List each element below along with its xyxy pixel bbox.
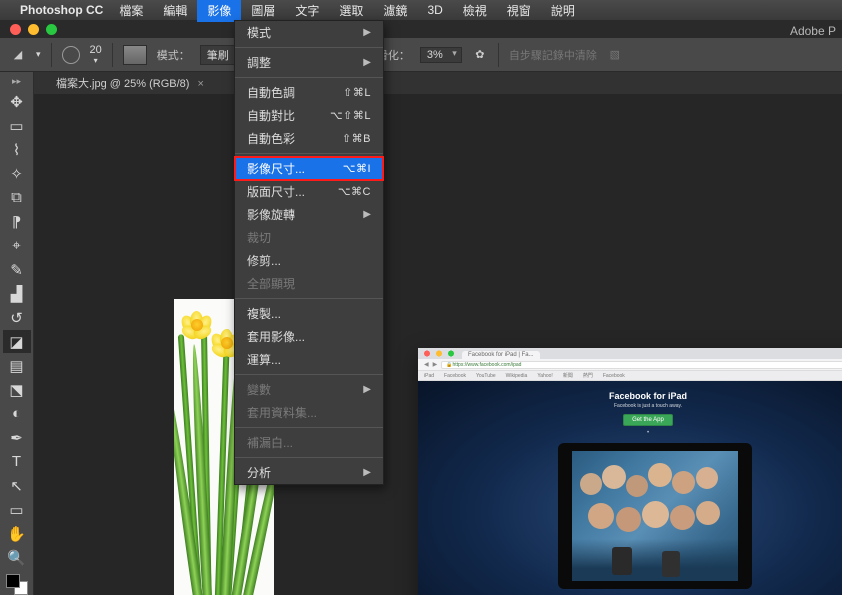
history-brush-tool[interactable]: ↺ — [3, 306, 31, 329]
ipad-mockup — [558, 443, 752, 589]
menu-item[interactable]: 版面尺寸...⌥⌘C — [235, 180, 383, 203]
type-tool[interactable]: T — [3, 450, 31, 473]
menu-item[interactable]: 自動色彩⇧⌘B — [235, 127, 383, 150]
eyedropper-tool[interactable]: ⁋ — [3, 210, 31, 233]
bookmark-item[interactable]: iPad — [424, 373, 434, 379]
blur-tool[interactable]: ⬔ — [3, 378, 31, 401]
menu-item: 裁切 — [235, 226, 383, 249]
menu-item[interactable]: 自動色調⇧⌘L — [235, 81, 383, 104]
safari-window: Facebook for iPad | Fa... ◀ ▶ 🔒 https://… — [418, 348, 842, 595]
stamp-tool[interactable]: ▟ — [3, 282, 31, 305]
menu-help[interactable]: 說明 — [541, 0, 585, 22]
eraser-tool-icon: ◢ — [10, 47, 26, 63]
menu-image[interactable]: 影像 — [197, 0, 241, 22]
menu-item[interactable]: 修剪... — [235, 249, 383, 272]
hero-subtitle: Facebook is just a touch away. — [418, 403, 842, 409]
history-source-field: 自步驟記錄中清除 — [509, 47, 597, 63]
menu-type[interactable]: 文字 — [285, 0, 329, 22]
canvas-area[interactable]: Facebook for iPad | Fa... ◀ ▶ 🔒 https://… — [34, 94, 842, 595]
menu-item[interactable]: 影像旋轉▶ — [235, 203, 383, 226]
mac-menubar: Photoshop CC 檔案 編輯 影像 圖層 文字 選取 濾鏡 3D 檢視 … — [0, 0, 842, 20]
brush-size-value: 20 — [90, 44, 102, 56]
pen-tool[interactable]: ✒ — [3, 426, 31, 449]
document-tab[interactable]: 檔案大.jpg @ 25% (RGB/8)× — [46, 72, 214, 94]
menu-select[interactable]: 選取 — [329, 0, 373, 22]
app-name: Photoshop CC — [20, 3, 103, 17]
shape-tool[interactable]: ▭ — [3, 498, 31, 521]
menu-item: 補漏白... — [235, 431, 383, 454]
menu-item: 套用資料集... — [235, 401, 383, 424]
menu-item[interactable]: 套用影像... — [235, 325, 383, 348]
browser-tab[interactable]: Facebook for iPad | Fa... — [462, 351, 540, 359]
brush-panel-icon[interactable] — [123, 45, 147, 65]
menu-item[interactable]: 分析▶ — [235, 461, 383, 484]
app-right-title: Adobe P — [790, 24, 836, 38]
menu-item: 全部顯現 — [235, 272, 383, 295]
bookmark-item[interactable]: 新聞 — [563, 372, 573, 379]
healing-tool[interactable]: ⌖ — [3, 234, 31, 257]
bookmark-item[interactable]: Facebook — [603, 373, 625, 379]
close-button[interactable] — [10, 24, 21, 35]
menu-item[interactable]: 影像尺寸...⌥⌘I — [235, 157, 383, 180]
bookmark-item[interactable]: YouTube — [476, 373, 496, 379]
bookmark-item[interactable]: Yahoo! — [537, 373, 552, 379]
eraser-tool[interactable]: ◪ — [3, 330, 31, 353]
bookmark-item[interactable]: Wikipedia — [506, 373, 528, 379]
brush-tool[interactable]: ✎ — [3, 258, 31, 281]
zoom-tool[interactable]: 🔍 — [3, 546, 31, 569]
tools-panel: ▸▸ ✥ ▭ ⌇ ✧ ⧉ ⁋ ⌖ ✎ ▟ ↺ ◪ ▤ ⬔ ◐ ✒ T ↖ ▭ ✋… — [0, 72, 34, 595]
wand-tool[interactable]: ✧ — [3, 162, 31, 185]
gear-icon[interactable]: ✿ — [472, 47, 488, 63]
minimize-button[interactable] — [28, 24, 39, 35]
menu-view[interactable]: 檢視 — [453, 0, 497, 22]
window-chrome — [0, 20, 842, 38]
hero-section: Facebook for iPad Facebook is just a tou… — [418, 381, 842, 595]
get-app-button[interactable]: Get the App — [623, 414, 673, 426]
bookmark-item[interactable]: 熱門 — [583, 372, 593, 379]
smooth-combo[interactable]: 3% — [420, 47, 462, 63]
gradient-tool[interactable]: ▤ — [3, 354, 31, 377]
menu-item[interactable]: 模式▶ — [235, 21, 383, 44]
history-thumb-icon: ▧ — [607, 47, 623, 63]
marquee-tool[interactable]: ▭ — [3, 114, 31, 137]
hero-title: Facebook for iPad — [418, 391, 842, 401]
menu-3d[interactable]: 3D — [417, 0, 452, 20]
brush-preview-icon[interactable] — [62, 46, 80, 64]
maximize-button[interactable] — [46, 24, 57, 35]
lasso-tool[interactable]: ⌇ — [3, 138, 31, 161]
document-tabs: 檔案大.jpg @ 25% (RGB/8)× — [34, 72, 842, 94]
menu-edit[interactable]: 編輯 — [153, 0, 197, 22]
close-icon[interactable]: × — [197, 78, 203, 90]
mode-label: 模式： — [157, 47, 190, 63]
menu-item: 變數▶ — [235, 378, 383, 401]
image-menu-dropdown: 模式▶ 調整▶ 自動色調⇧⌘L自動對比⌥⇧⌘L自動色彩⇧⌘B 影像尺寸...⌥⌘I版面… — [234, 20, 384, 485]
color-swatches[interactable] — [6, 574, 28, 595]
browser-toolbar: ◀ ▶ 🔒 https://www.facebook.com/ipad ⟳ — [418, 359, 842, 371]
menu-item[interactable]: 複製... — [235, 302, 383, 325]
dodge-tool[interactable]: ◐ — [3, 402, 31, 425]
back-icon[interactable]: ◀ — [424, 361, 429, 368]
bookmarks-bar: iPad Facebook YouTube Wikipedia Yahoo! 新… — [418, 371, 842, 381]
hand-tool[interactable]: ✋ — [3, 522, 31, 545]
move-tool[interactable]: ✥ — [3, 90, 31, 113]
bookmark-item[interactable]: Facebook — [444, 373, 466, 379]
menu-filter[interactable]: 濾鏡 — [373, 0, 417, 22]
menu-item[interactable]: 運算... — [235, 348, 383, 371]
forward-icon[interactable]: ▶ — [433, 361, 438, 368]
address-bar[interactable]: 🔒 https://www.facebook.com/ipad — [441, 361, 842, 369]
path-tool[interactable]: ↖ — [3, 474, 31, 497]
menu-layer[interactable]: 圖層 — [241, 0, 285, 22]
browser-tabs: Facebook for iPad | Fa... — [418, 348, 842, 359]
options-bar: ◢ ▾ 20▾ 模式： 筆刷 100% ✔︎ 平滑化： 3% ✿ 自步驟記錄中清… — [0, 38, 842, 72]
menu-file[interactable]: 檔案 — [109, 0, 153, 22]
menu-window[interactable]: 視窗 — [497, 0, 541, 22]
menu-item[interactable]: 調整▶ — [235, 51, 383, 74]
menu-item[interactable]: 自動對比⌥⇧⌘L — [235, 104, 383, 127]
crop-tool[interactable]: ⧉ — [3, 186, 31, 209]
